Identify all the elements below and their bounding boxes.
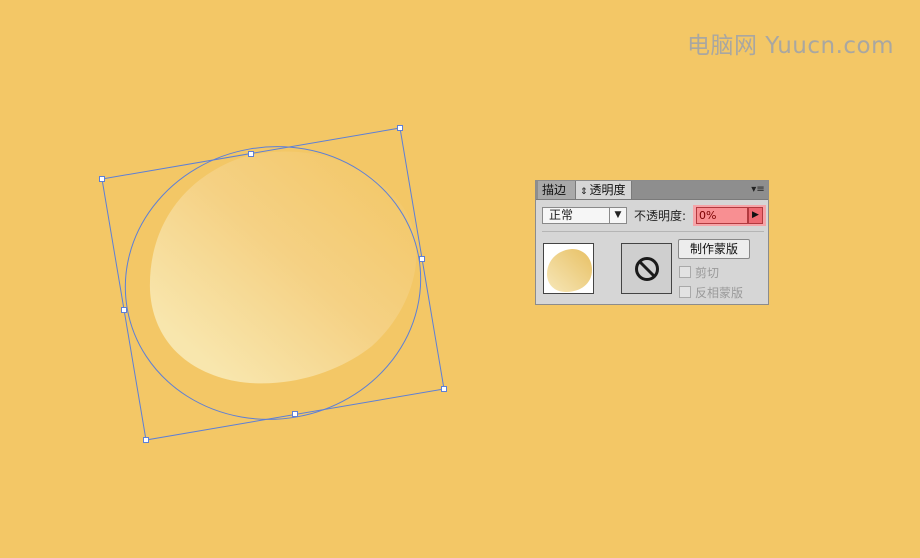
handle-bottom-left[interactable] [143,437,149,443]
opacity-input[interactable]: 0% [696,207,748,224]
handle-top-left[interactable] [99,176,105,182]
artboard-canvas[interactable] [0,0,920,554]
handle-bottom-right[interactable] [441,386,447,392]
clip-option[interactable]: 剪切 [679,266,719,280]
opacity-label: 不透明度: [634,209,687,223]
object-thumbnail[interactable] [543,243,594,294]
glossy-highlight-shape[interactable] [149,151,417,384]
tab-stroke[interactable]: 描边 [538,181,576,199]
clip-checkbox[interactable] [679,266,691,278]
watermark: 电脑网 Yuucn.com [686,33,894,59]
panel-divider [542,231,764,232]
invert-mask-option[interactable]: 反相蒙版 [679,286,743,300]
blend-mode-value: 正常 [549,208,574,222]
tab-stroke-label: 描边 [542,183,567,197]
make-mask-button[interactable]: 制作蒙版 [678,239,750,259]
updown-arrows-icon: ⇕ [580,187,588,197]
artwork-svg[interactable] [0,0,920,554]
object-thumbnail-preview [547,249,592,292]
mask-thumbnail[interactable] [621,243,672,294]
handle-top-right[interactable] [397,125,403,131]
transparency-panel: 描边 ⇕ 透明度 ▾≡ 正常 ▼ 不透明度: 0% ▶ 制作蒙版 剪切 反相蒙版 [535,180,769,305]
handle-right-mid[interactable] [419,256,425,262]
chevron-down-icon: ▼ [609,208,626,223]
tab-transparency-label: 透明度 [589,183,626,197]
triangle-right-icon: ▶ [752,210,759,220]
no-symbol-icon [635,257,659,281]
handle-bottom-mid[interactable] [292,411,298,417]
invert-mask-checkbox[interactable] [679,286,691,298]
handle-left-mid[interactable] [121,307,127,313]
clip-label: 剪切 [695,266,720,280]
invert-mask-label: 反相蒙版 [695,286,744,300]
opacity-slider-toggle[interactable]: ▶ [748,207,763,224]
panel-menu-icon[interactable]: ▾≡ [751,183,765,196]
handle-top-mid[interactable] [248,151,254,157]
blend-mode-select[interactable]: 正常 ▼ [542,207,627,224]
panel-tab-bar: 描边 ⇕ 透明度 ▾≡ [536,181,768,200]
tab-transparency[interactable]: ⇕ 透明度 [576,181,632,199]
